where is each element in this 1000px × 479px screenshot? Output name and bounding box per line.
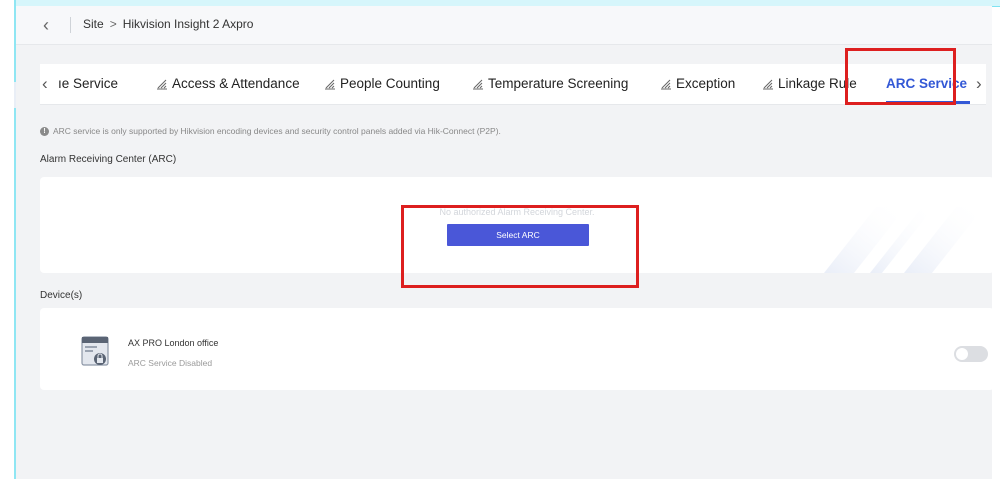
back-arrow-icon[interactable]: ‹ [38,15,54,35]
tab-exception[interactable]: Exception [660,76,735,91]
tab-label: Temperature Screening [488,76,629,91]
devices-section-title: Device(s) [40,290,83,301]
tab-linkage-rule[interactable]: Linkage Rule [762,76,857,91]
alarm-panel-icon [81,336,109,366]
tab-access-attendance[interactable]: Access & Attendance [156,76,300,91]
arc-service-toggle[interactable] [954,346,988,362]
highlight-box [401,205,639,288]
tab-scroll-right-icon[interactable]: › [976,74,982,94]
device-card: AX PRO London office ARC Service Disable… [40,308,994,390]
chart-icon [325,79,335,89]
chart-icon [473,79,483,89]
highlight-box [845,48,956,105]
info-text: ARC service is only supported by Hikvisi… [53,126,501,136]
tab-people-counting[interactable]: People Counting [324,76,440,91]
tab-scroll-left-icon[interactable]: ‹ [42,74,48,94]
tab-label: ıe Service [58,76,119,91]
tab-temperature-screening[interactable]: Temperature Screening [472,76,628,91]
tab-label: Access & Attendance [172,76,300,91]
breadcrumb-bar: ‹ Site > Hikvision Insight 2 Axpro [16,6,992,45]
chart-icon [763,79,773,89]
chart-icon [661,79,671,89]
tab-label: Exception [676,76,736,91]
info-icon: ! [40,126,49,136]
breadcrumb-separator: > [109,17,117,31]
device-name: AX PRO London office [128,338,219,348]
toggle-knob [956,348,968,360]
chart-icon [157,79,167,89]
arc-section-title: Alarm Receiving Center (ARC) [40,154,177,165]
window-left-edge [0,0,16,479]
decorative-stripes-icon [824,207,984,273]
divider [70,17,71,33]
device-status: ARC Service Disabled [128,358,213,368]
breadcrumb-site[interactable]: Site [83,17,104,31]
info-notice: ! ARC service is only supported by Hikvi… [40,126,501,136]
breadcrumb: Site > Hikvision Insight 2 Axpro [83,17,253,31]
tab-label: People Counting [340,76,440,91]
tab-service[interactable]: ıe Service [58,76,118,91]
breadcrumb-current: Hikvision Insight 2 Axpro [122,17,254,31]
